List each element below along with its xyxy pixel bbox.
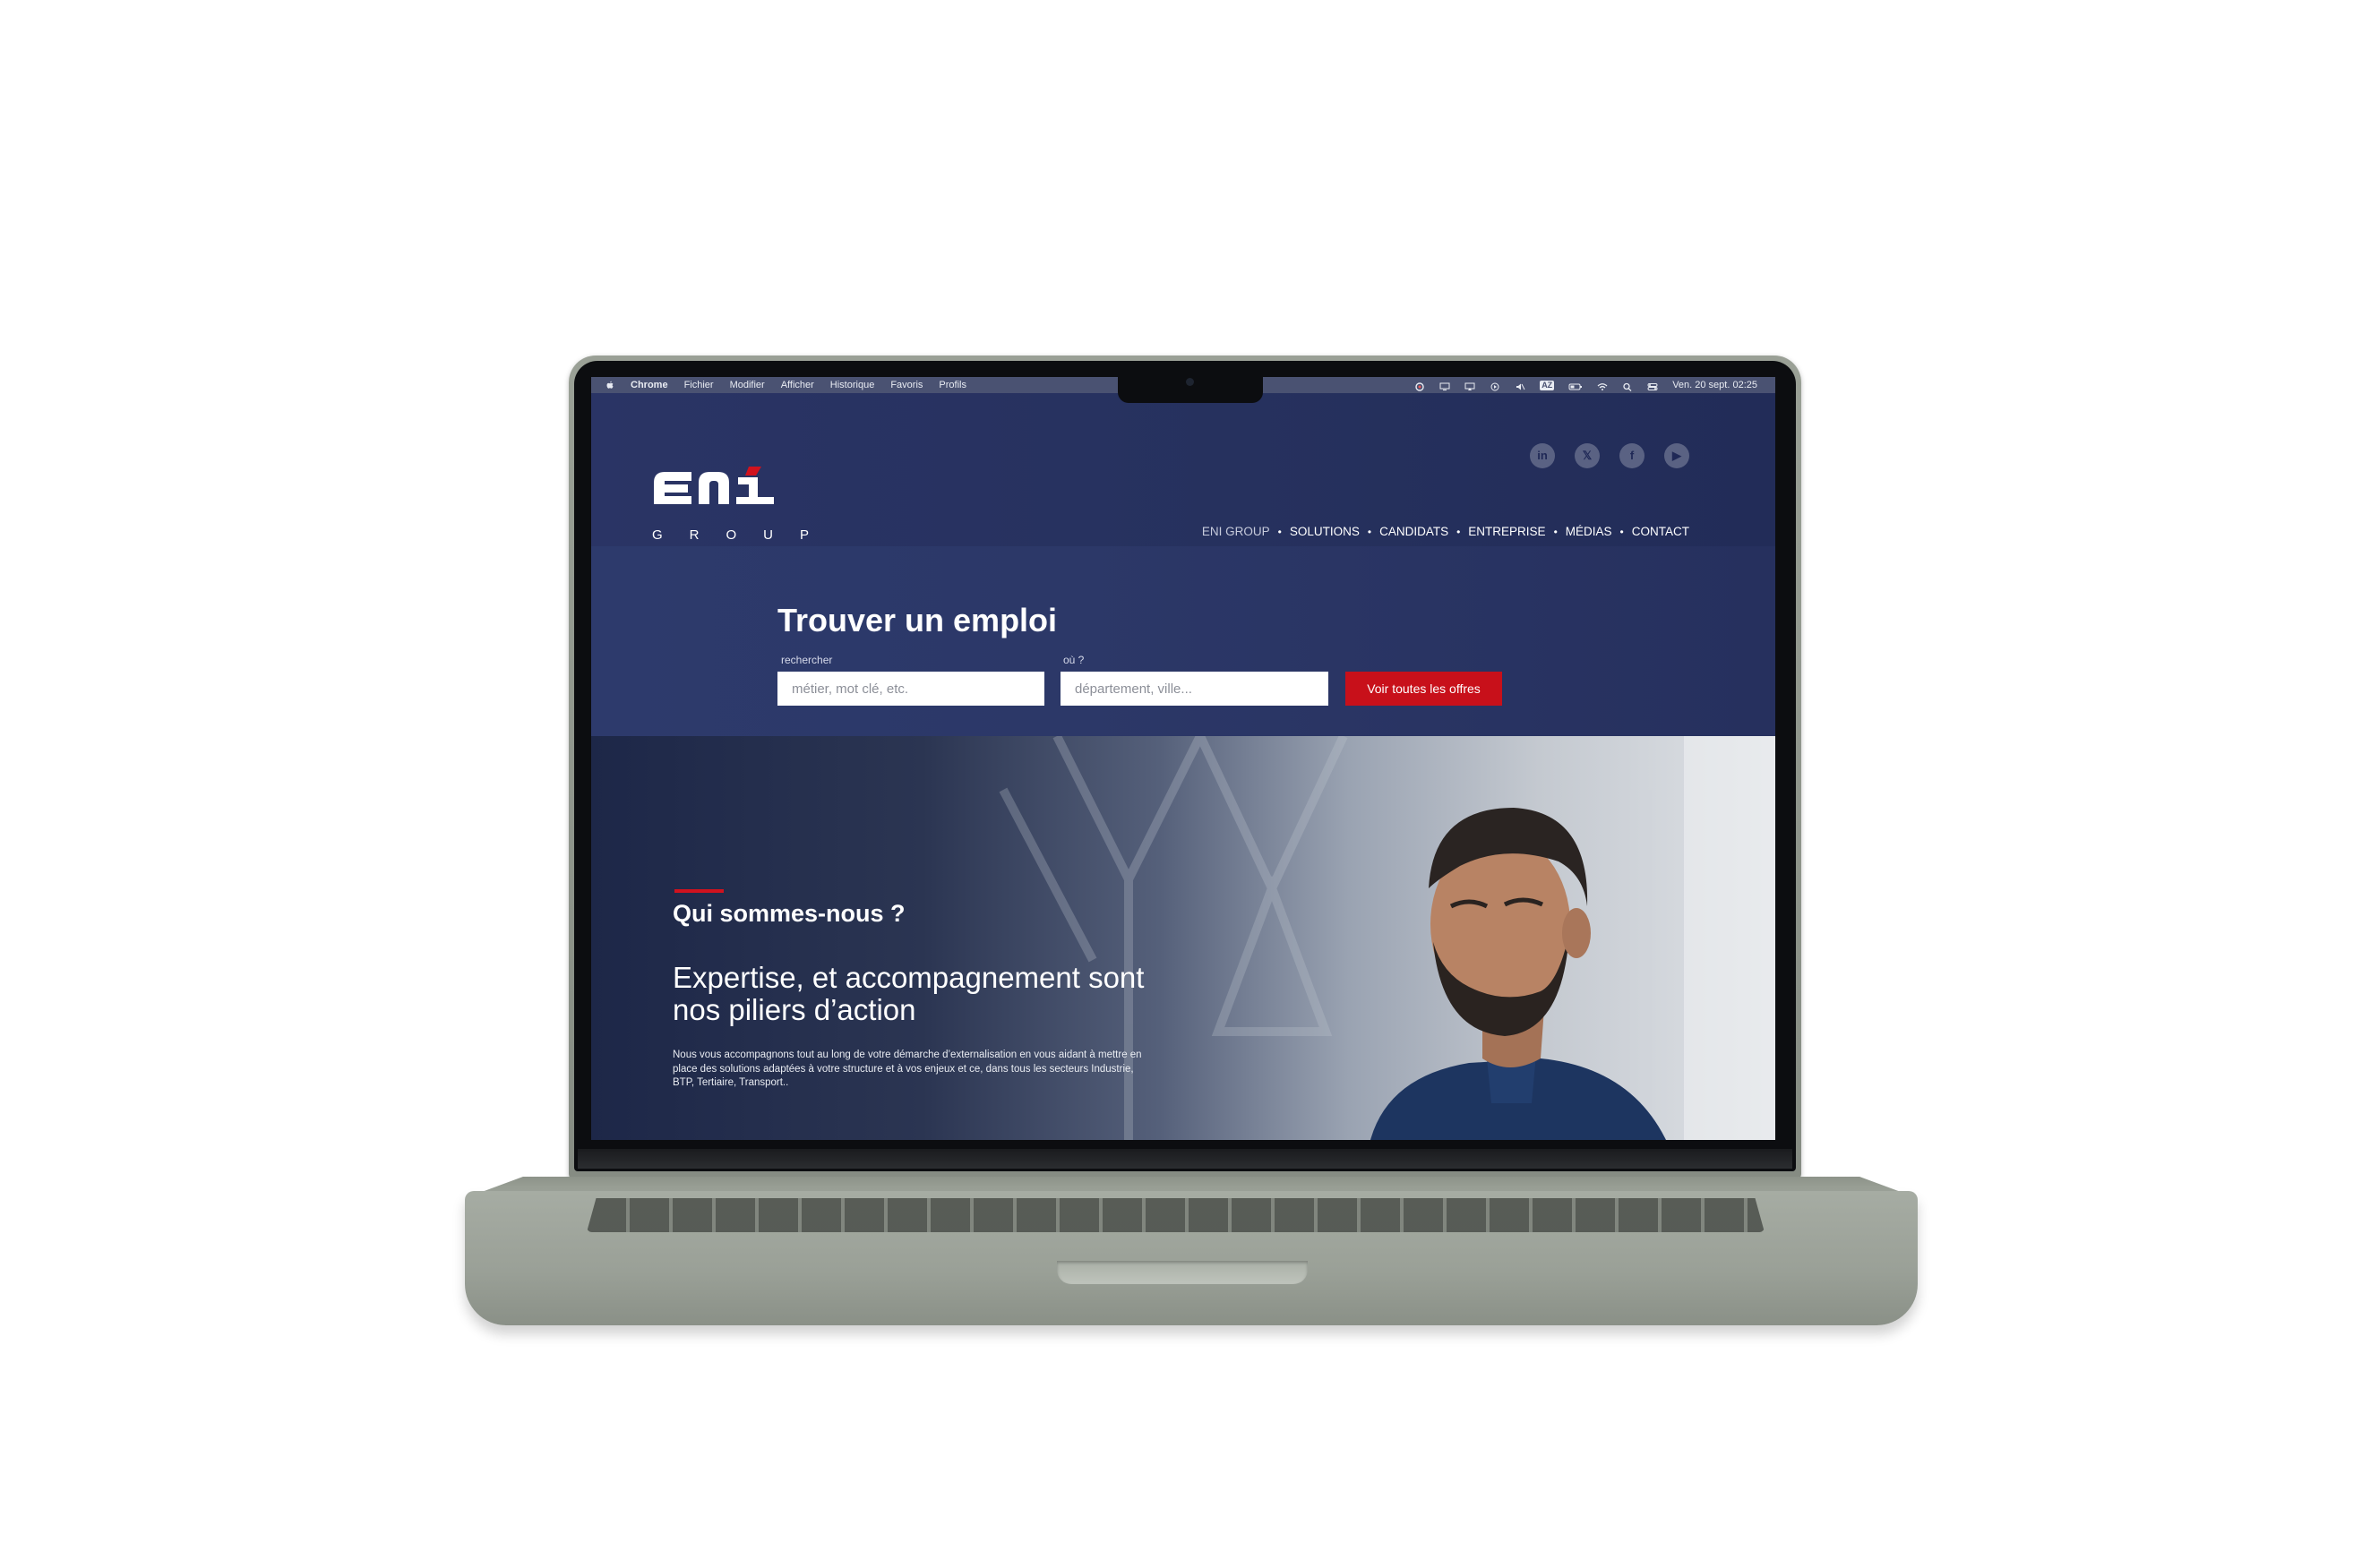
nav-item-contact[interactable]: CONTACT bbox=[1632, 525, 1689, 538]
search-icon[interactable] bbox=[1622, 382, 1633, 391]
wifi-icon[interactable] bbox=[1597, 382, 1608, 391]
laptop-screen: Chrome Fichier Modifier Afficher Histori… bbox=[591, 377, 1775, 1140]
what-label: rechercher bbox=[781, 654, 833, 666]
nav-separator: • bbox=[1456, 525, 1461, 538]
social-links: in 𝕏 f ▶ bbox=[1530, 443, 1689, 468]
hero-accent-bar bbox=[674, 889, 724, 893]
laptop-trackpad-notch bbox=[1057, 1261, 1308, 1284]
nav-item-solutions[interactable]: SOLUTIONS bbox=[1290, 525, 1360, 538]
man-portrait-image bbox=[1370, 808, 1666, 1140]
nav-item-eni-group[interactable]: ENI GROUP bbox=[1202, 525, 1270, 538]
view-all-offers-button[interactable]: Voir toutes les offres bbox=[1345, 672, 1502, 706]
hero-body-text: Nous vous accompagnons tout au long de v… bbox=[673, 1050, 1142, 1088]
screen-mirror-icon[interactable] bbox=[1464, 382, 1475, 391]
menubar-item-fichier[interactable]: Fichier bbox=[684, 377, 714, 393]
camera-icon bbox=[1186, 378, 1194, 386]
x-icon[interactable]: 𝕏 bbox=[1575, 443, 1600, 468]
mute-icon[interactable] bbox=[1515, 382, 1525, 391]
menubar-app-name[interactable]: Chrome bbox=[631, 377, 668, 393]
nav-separator: • bbox=[1553, 525, 1558, 538]
menubar-item-historique[interactable]: Historique bbox=[830, 377, 875, 393]
battery-icon[interactable] bbox=[1568, 382, 1583, 391]
laptop-keyboard bbox=[587, 1198, 1765, 1232]
job-search-title: Trouver un emploi bbox=[777, 602, 1058, 638]
menubar-item-modifier[interactable]: Modifier bbox=[730, 377, 765, 393]
logo-subtitle: GROUP bbox=[652, 527, 837, 543]
site-header: GROUP in 𝕏 f ▶ ENI GROUP • SOLUTIONS • C… bbox=[591, 393, 1775, 546]
control-center-icon[interactable] bbox=[1647, 382, 1658, 391]
menubar-item-favoris[interactable]: Favoris bbox=[890, 377, 923, 393]
input-source-badge[interactable]: AZ bbox=[1540, 380, 1555, 390]
eni-group-logo[interactable] bbox=[652, 465, 822, 536]
job-keyword-input[interactable] bbox=[777, 672, 1044, 706]
main-nav: ENI GROUP • SOLUTIONS • CANDIDATS • ENTR… bbox=[1202, 525, 1689, 538]
hero-kicker: Qui sommes-nous ? bbox=[673, 900, 906, 927]
menubar-item-profils[interactable]: Profils bbox=[939, 377, 966, 393]
hero-title: Expertise, et accompagnement sont nos pi… bbox=[673, 961, 1145, 1026]
camera-notch bbox=[1118, 369, 1263, 403]
hero-section: Qui sommes-nous ? Expertise, et accompag… bbox=[591, 736, 1775, 1140]
nav-item-entreprise[interactable]: ENTREPRISE bbox=[1468, 525, 1545, 538]
youtube-icon[interactable]: ▶ bbox=[1664, 443, 1689, 468]
laptop-hinge bbox=[578, 1149, 1792, 1169]
menubar-item-afficher[interactable]: Afficher bbox=[781, 377, 814, 393]
facebook-icon[interactable]: f bbox=[1619, 443, 1645, 468]
linkedin-icon[interactable]: in bbox=[1530, 443, 1555, 468]
display-icon[interactable] bbox=[1439, 382, 1450, 391]
nav-separator: • bbox=[1367, 525, 1372, 538]
where-label: où ? bbox=[1063, 654, 1085, 666]
job-location-input[interactable] bbox=[1061, 672, 1328, 706]
nav-item-candidats[interactable]: CANDIDATS bbox=[1379, 525, 1448, 538]
menubar-clock[interactable]: Ven. 20 sept. 02:25 bbox=[1672, 377, 1757, 393]
color-wheel-icon[interactable] bbox=[1414, 382, 1425, 391]
job-search-section: Trouver un emploi rechercher où ? Voir t… bbox=[591, 546, 1775, 736]
nav-separator: • bbox=[1277, 525, 1282, 538]
nav-item-medias[interactable]: MÉDIAS bbox=[1566, 525, 1612, 538]
play-icon[interactable] bbox=[1490, 382, 1500, 391]
apple-icon[interactable] bbox=[605, 381, 614, 390]
nav-separator: • bbox=[1619, 525, 1624, 538]
